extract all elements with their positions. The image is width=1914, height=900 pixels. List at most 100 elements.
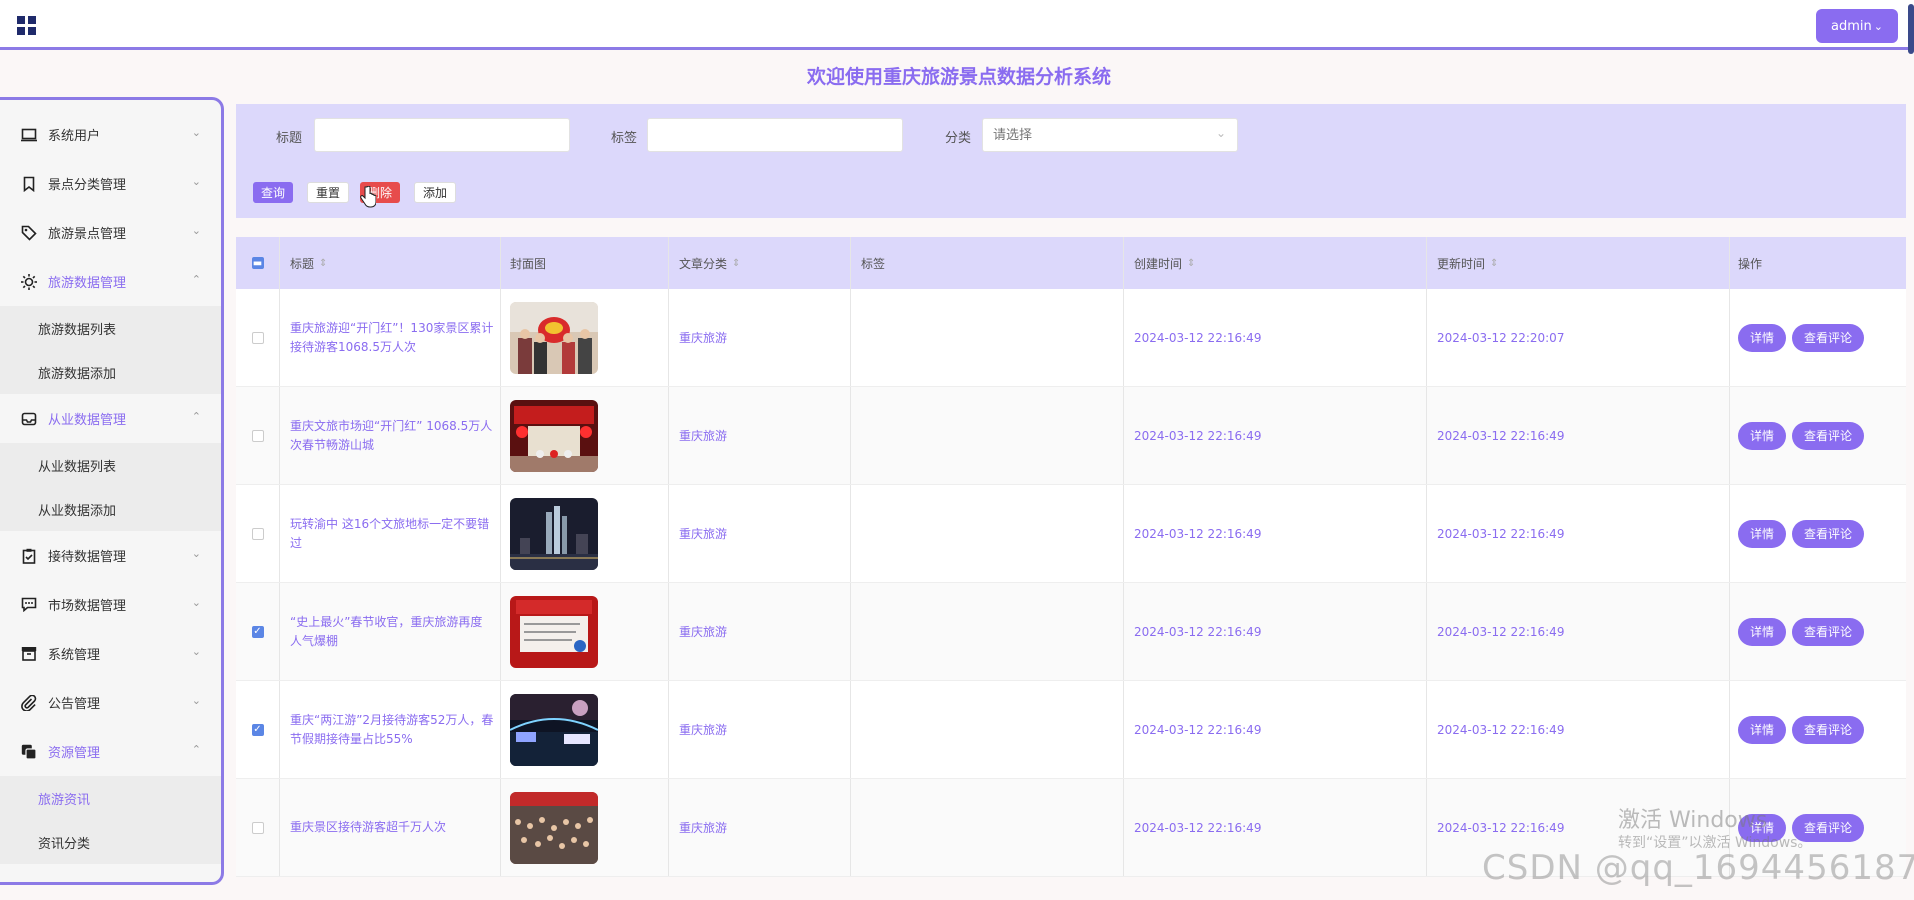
col-label: 操作 (1738, 256, 1763, 271)
sidebar-item[interactable]: 接待数据管理 ⌄ (0, 531, 221, 580)
submenu: 从业数据列表 从业数据添加 (0, 443, 221, 531)
view-comments-button[interactable]: 查看评论 (1792, 323, 1865, 352)
chevron-down-icon: ⌄ (191, 694, 201, 707)
submenu-item[interactable]: 旅游数据列表 (0, 306, 221, 350)
monitor-icon (20, 126, 38, 144)
sidebar-item[interactable]: 系统管理 ⌄ (0, 629, 221, 678)
search-panel: 标题 标签 分类 ⌄ 查询 重置 删除 添加 (236, 104, 1906, 218)
sidebar-item-label: 公告管理 (48, 697, 101, 712)
detail-button[interactable]: 详情 (1738, 323, 1787, 352)
col-created[interactable]: 创建时间 ⇕ (1124, 237, 1427, 289)
created-cell: 2024-03-12 22:16:49 (1124, 583, 1427, 680)
select-all-checkbox[interactable]: ▬ (251, 257, 264, 269)
user-menu-button[interactable]: admin ⌄ (1816, 9, 1898, 43)
sidebar-item-label: 景点分类管理 (48, 178, 127, 193)
cover-cell (501, 485, 669, 582)
table-row: ✓ 重庆“两江游”2月接待游客52万人，春节假期接待量占比55% 重庆旅游 2024-… (236, 681, 1906, 779)
table-row: 重庆文旅市场迎“开门红” 1068.5万人次春节畅游山城 重庆旅游 2024-03-… (236, 387, 1906, 485)
submenu: 旅游数据列表 旅游数据添加 (0, 306, 221, 394)
window-edge (1908, 4, 1914, 54)
article-title[interactable]: 重庆“两江游”2月接待游客52万人，春节假期接待量占比55% (290, 711, 500, 749)
app-grid-icon[interactable] (17, 16, 36, 35)
row-checkbox[interactable] (251, 527, 264, 540)
detail-button[interactable]: 详情 (1738, 617, 1787, 646)
csdn-watermark: CSDN @qq_1694456187 (1482, 848, 1914, 888)
add-button[interactable]: 添加 (414, 182, 457, 203)
detail-button[interactable]: 详情 (1738, 421, 1787, 450)
tag-input[interactable] (647, 118, 903, 152)
sidebar-item[interactable]: 公告管理 ⌄ (0, 678, 221, 727)
sidebar-item-label: 从业数据管理 (48, 413, 127, 428)
category-cell: 重庆旅游 (669, 485, 851, 582)
row-checkbox[interactable] (251, 331, 264, 344)
sort-icon: ⇕ (732, 257, 741, 269)
category-cell: 重庆旅游 (669, 779, 851, 876)
article-title[interactable]: 玩转渝中 这16个文旅地标一定不要错过 (290, 515, 500, 553)
data-table: ▬ 标题 ⇕ 封面图 文章分类 ⇕ 标签 创建时间 ⇕ 更新时间 ⇕ 操作 重庆旅游迎“… (236, 237, 1906, 877)
chevron-up-icon: ⌃ (191, 273, 201, 286)
category-cell: 重庆旅游 (669, 583, 851, 680)
chevron-down-icon: ⌄ (191, 547, 201, 560)
article-category: 重庆旅游 (679, 625, 728, 639)
view-comments-button[interactable]: 查看评论 (1792, 617, 1865, 646)
col-updated[interactable]: 更新时间 ⇕ (1427, 237, 1730, 289)
row-select-cell: ✓ (236, 681, 280, 778)
created-cell: 2024-03-12 22:16:49 (1124, 681, 1427, 778)
col-tag: 标签 (851, 237, 1124, 289)
view-comments-button[interactable]: 查看评论 (1792, 421, 1865, 450)
submenu-item[interactable]: 从业数据添加 (0, 487, 221, 531)
view-comments-button[interactable]: 查看评论 (1792, 519, 1865, 548)
category-select[interactable] (982, 118, 1238, 152)
row-checkbox[interactable]: ✓ (251, 625, 264, 638)
sidebar-item[interactable]: 旅游数据管理 ⌃ (0, 257, 221, 306)
updated-cell: 2024-03-12 22:16:49 (1427, 387, 1730, 484)
row-checkbox[interactable] (251, 821, 264, 834)
tag-cell (851, 485, 1124, 582)
sidebar-item[interactable]: 资源管理 ⌃ (0, 727, 221, 776)
reset-button[interactable]: 重置 (307, 182, 350, 203)
sidebar-item-label: 接待数据管理 (48, 550, 127, 565)
sidebar-item[interactable]: 从业数据管理 ⌃ (0, 394, 221, 443)
view-comments-button[interactable]: 查看评论 (1792, 715, 1865, 744)
cover-image (510, 301, 598, 374)
article-title[interactable]: 重庆景区接待游客超千万人次 (290, 818, 452, 837)
sidebar-item-label: 系统用户 (48, 129, 101, 144)
submenu-item[interactable]: 旅游资讯 (0, 776, 221, 820)
actions-cell: 详情 查看评论 (1730, 583, 1906, 680)
col-category[interactable]: 文章分类 ⇕ (669, 237, 851, 289)
cover-image (510, 693, 598, 766)
article-title[interactable]: 重庆旅游迎“开门红”！130家景区累计接待游客1068.5万人次 (290, 319, 500, 357)
query-button[interactable]: 查询 (253, 182, 294, 203)
updated-cell: 2024-03-12 22:16:49 (1427, 485, 1730, 582)
activate-windows-title: 激活 Windows (1618, 808, 1768, 833)
sidebar-item[interactable]: 旅游景点管理 ⌄ (0, 208, 221, 257)
sidebar-item[interactable]: 市场数据管理 ⌄ (0, 580, 221, 629)
user-name: admin (1831, 18, 1872, 34)
article-title[interactable]: 重庆文旅市场迎“开门红” 1068.5万人次春节畅游山城 (290, 417, 500, 455)
cover-cell (501, 779, 669, 876)
actions-cell: 详情 查看评论 (1730, 485, 1906, 582)
submenu-item[interactable]: 资讯分类 (0, 820, 221, 864)
title-cell: 重庆文旅市场迎“开门红” 1068.5万人次春节畅游山城 (280, 387, 501, 484)
submenu-item[interactable]: 从业数据列表 (0, 443, 221, 487)
sidebar-item[interactable]: 景点分类管理 ⌄ (0, 159, 221, 208)
title-input[interactable] (314, 118, 570, 152)
row-select-cell (236, 289, 280, 386)
col-label: 更新时间 (1437, 256, 1486, 271)
cover-cell (501, 289, 669, 386)
row-checkbox[interactable] (251, 429, 264, 442)
updated-time: 2024-03-12 22:16:49 (1437, 722, 1565, 737)
sidebar-item[interactable]: 系统用户 ⌄ (0, 110, 221, 159)
select-all-cell: ▬ (236, 237, 280, 289)
col-actions: 操作 (1730, 237, 1906, 289)
col-title[interactable]: 标题 ⇕ (280, 237, 501, 289)
article-title[interactable]: “史上最火”春节收官，重庆旅游再度人气爆棚 (290, 613, 500, 651)
detail-button[interactable]: 详情 (1738, 715, 1787, 744)
sort-icon: ⇕ (1187, 257, 1196, 269)
row-checkbox[interactable]: ✓ (251, 723, 264, 736)
detail-button[interactable]: 详情 (1738, 519, 1787, 548)
tag-cell (851, 387, 1124, 484)
article-category: 重庆旅游 (679, 723, 728, 737)
cover-cell (501, 387, 669, 484)
submenu-item[interactable]: 旅游数据添加 (0, 350, 221, 394)
